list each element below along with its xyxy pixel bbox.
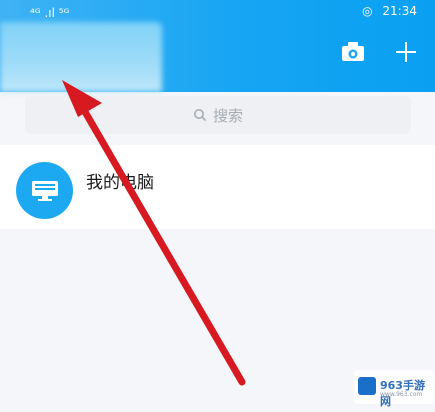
status-time: 21:34 bbox=[382, 4, 417, 18]
camera-icon[interactable] bbox=[341, 41, 365, 63]
list-item-label: 我的电脑 bbox=[86, 173, 154, 193]
computer-icon bbox=[16, 162, 73, 219]
search-input[interactable]: 搜索 bbox=[25, 96, 411, 134]
watermark: 963手游网 www.963.com bbox=[354, 370, 434, 408]
status-bar: ⁴ᴳ .ıl ⁵ᴳ ◎ 21:34 bbox=[0, 0, 435, 24]
add-button[interactable] bbox=[394, 40, 418, 64]
watermark-logo-icon bbox=[358, 377, 376, 395]
alarm-icon: ◎ bbox=[362, 4, 373, 18]
profile-avatar-blurred[interactable] bbox=[0, 22, 162, 92]
list-item-my-computer[interactable]: 我的电脑 bbox=[0, 145, 435, 229]
search-icon bbox=[193, 109, 207, 122]
signal-indicator: ⁴ᴳ .ıl ⁵ᴳ bbox=[30, 6, 70, 20]
watermark-url: www.963.com bbox=[380, 391, 423, 398]
status-right: ◎ 21:34 bbox=[356, 4, 417, 18]
plus-icon bbox=[396, 42, 416, 62]
search-placeholder: 搜索 bbox=[212, 106, 243, 125]
